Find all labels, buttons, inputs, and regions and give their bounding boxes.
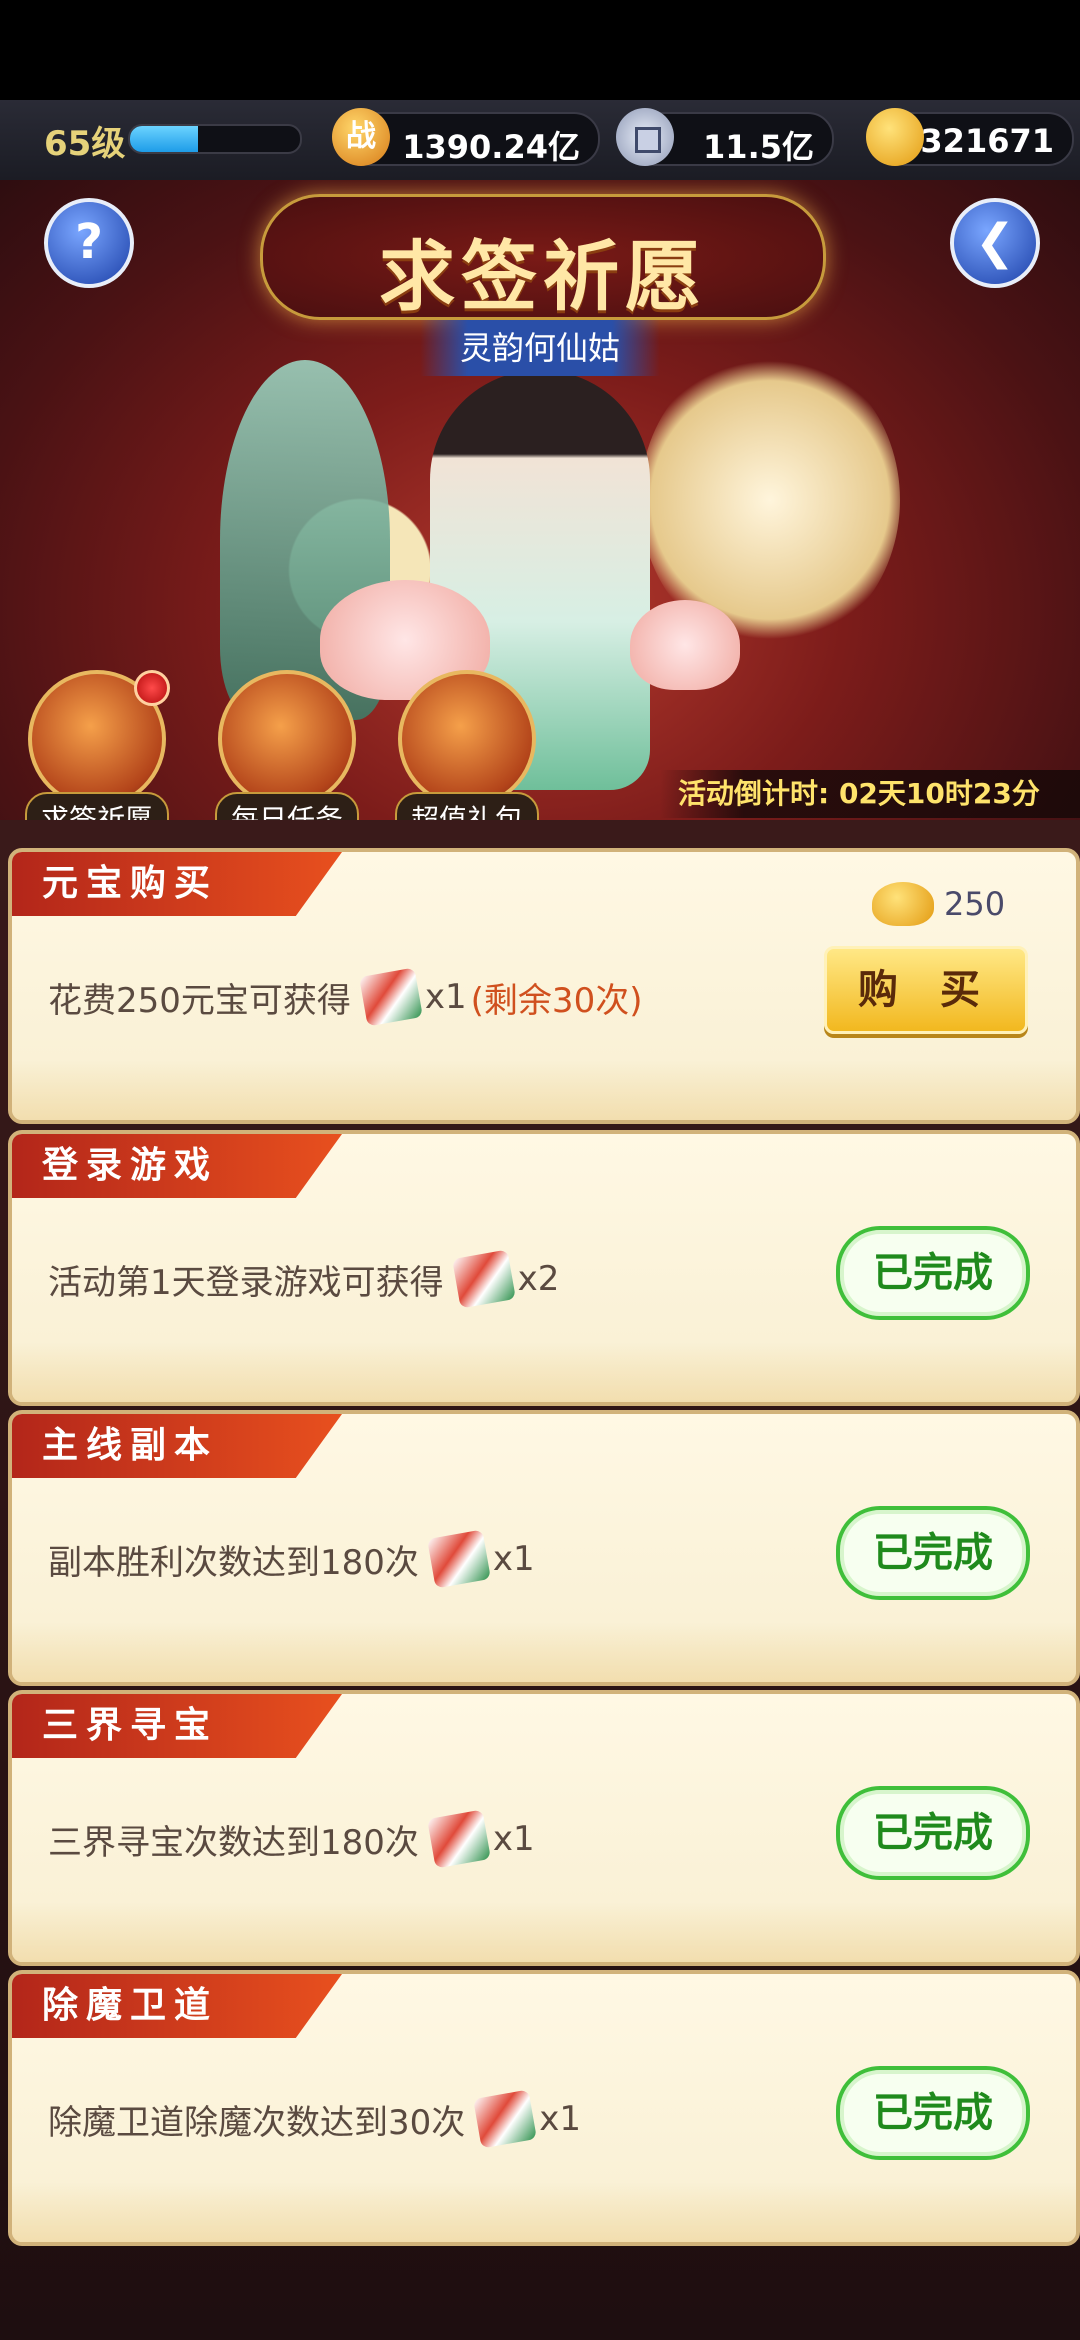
silver-coin-icon <box>616 108 674 166</box>
gold-display[interactable]: 321671 <box>866 108 1074 166</box>
lottery-ticket-icon <box>473 2089 538 2149</box>
price-display: 250 <box>872 882 1005 926</box>
power-icon: 战 <box>332 108 390 166</box>
task-card-demon-slaying: 除魔卫道 除魔卫道除魔次数达到30次 x1 已完成 <box>8 1970 1080 2246</box>
lottery-ticket-icon <box>426 1529 491 1589</box>
gold-value: 321671 <box>920 122 1054 160</box>
task-card-login: 登录游戏 活动第1天登录游戏可获得 x2 已完成 <box>8 1130 1080 1406</box>
title-plaque: 求签祈愿 <box>260 194 826 321</box>
completed-button[interactable]: 已完成 <box>836 1786 1030 1880</box>
task-title: 元宝购买 <box>12 852 342 916</box>
task-description: 活动第1天登录游戏可获得 x2 <box>48 1249 560 1309</box>
remaining-count: (剩余30次) <box>470 980 643 1021</box>
level-progress-bar <box>128 124 302 154</box>
price-value: 250 <box>944 885 1006 923</box>
hero-banner: 求签祈愿 ? ❮ 灵韵何仙姑 求签祈愿 每日任务 超值礼包 活动倒计时: 02天… <box>0 180 1080 820</box>
reward-quantity: x1 <box>539 2099 582 2139</box>
task-description: 花费250元宝可获得 x1 (剩余30次) <box>48 967 643 1027</box>
completed-button[interactable]: 已完成 <box>836 1506 1030 1600</box>
lotus-art <box>630 600 740 690</box>
task-title: 主线副本 <box>12 1414 342 1478</box>
tab-value-packs[interactable]: 超值礼包 <box>392 670 542 820</box>
hero-name-label: 灵韵何仙姑 <box>420 320 660 376</box>
tab-label: 超值礼包 <box>394 792 539 820</box>
resource-bar: 65级 战 1390.24亿 11.5亿 321671 <box>0 100 1080 182</box>
task-card-treasure-hunt: 三界寻宝 三界寻宝次数达到180次 x1 已完成 <box>8 1690 1080 1966</box>
reward-quantity: x1 <box>492 1539 535 1579</box>
gift-bag-icon <box>398 670 536 808</box>
silver-display: 11.5亿 <box>616 108 834 166</box>
gold-ingot-icon <box>866 108 924 166</box>
task-title: 三界寻宝 <box>12 1694 342 1758</box>
tab-daily-tasks[interactable]: 每日任务 <box>212 670 362 820</box>
lottery-ticket-icon <box>451 1249 516 1309</box>
task-title: 登录游戏 <box>12 1134 342 1198</box>
notification-dot-icon <box>134 670 170 706</box>
task-text: 花费250元宝可获得 <box>48 980 351 1021</box>
task-list: 元宝购买 250 花费250元宝可获得 x1 (剩余30次) 购 买 登录游戏 … <box>0 820 1080 2340</box>
completed-button[interactable]: 已完成 <box>836 1226 1030 1320</box>
reward-quantity: x1 <box>424 977 467 1017</box>
power-display: 战 1390.24亿 <box>332 108 600 166</box>
tab-label: 每日任务 <box>214 792 359 820</box>
task-card-ingot-purchase: 元宝购买 250 花费250元宝可获得 x1 (剩余30次) 购 买 <box>8 848 1080 1124</box>
page-title: 求签祈愿 <box>379 232 707 321</box>
event-countdown: 活动倒计时: 02天10时23分 <box>660 770 1080 818</box>
back-button[interactable]: ❮ <box>950 198 1040 288</box>
task-title: 除魔卫道 <box>12 1974 342 2038</box>
task-description: 副本胜利次数达到180次 x1 <box>48 1529 535 1589</box>
task-description: 三界寻宝次数达到180次 x1 <box>48 1809 535 1869</box>
reward-quantity: x2 <box>517 1259 560 1299</box>
help-button[interactable]: ? <box>44 198 134 288</box>
task-text: 活动第1天登录游戏可获得 <box>48 1262 444 1303</box>
task-card-main-dungeon: 主线副本 副本胜利次数达到180次 x1 已完成 <box>8 1410 1080 1686</box>
completed-button[interactable]: 已完成 <box>836 2066 1030 2160</box>
task-description: 除魔卫道除魔次数达到30次 x1 <box>48 2089 582 2149</box>
silver-value: 11.5亿 <box>703 128 814 166</box>
reward-quantity: x1 <box>492 1819 535 1859</box>
power-value: 1390.24亿 <box>402 128 580 166</box>
lottery-ticket-icon <box>358 967 423 1027</box>
tab-draw-lots[interactable]: 求签祈愿 <box>22 670 172 820</box>
level-progress-fill <box>130 126 198 152</box>
level-label: 65级 <box>44 124 126 164</box>
scroll-icon <box>218 670 356 808</box>
gold-ingot-icon <box>872 882 934 926</box>
task-text: 除魔卫道除魔次数达到30次 <box>48 2102 466 2143</box>
back-arrow-icon: ❮ <box>974 214 1016 270</box>
task-text: 三界寻宝次数达到180次 <box>48 1822 419 1863</box>
tab-label: 求签祈愿 <box>24 792 169 820</box>
lottery-ticket-icon <box>426 1809 491 1869</box>
buy-button[interactable]: 购 买 <box>824 946 1028 1034</box>
status-bar-area <box>0 0 1080 100</box>
question-icon: ? <box>75 214 103 270</box>
task-text: 副本胜利次数达到180次 <box>48 1542 419 1583</box>
